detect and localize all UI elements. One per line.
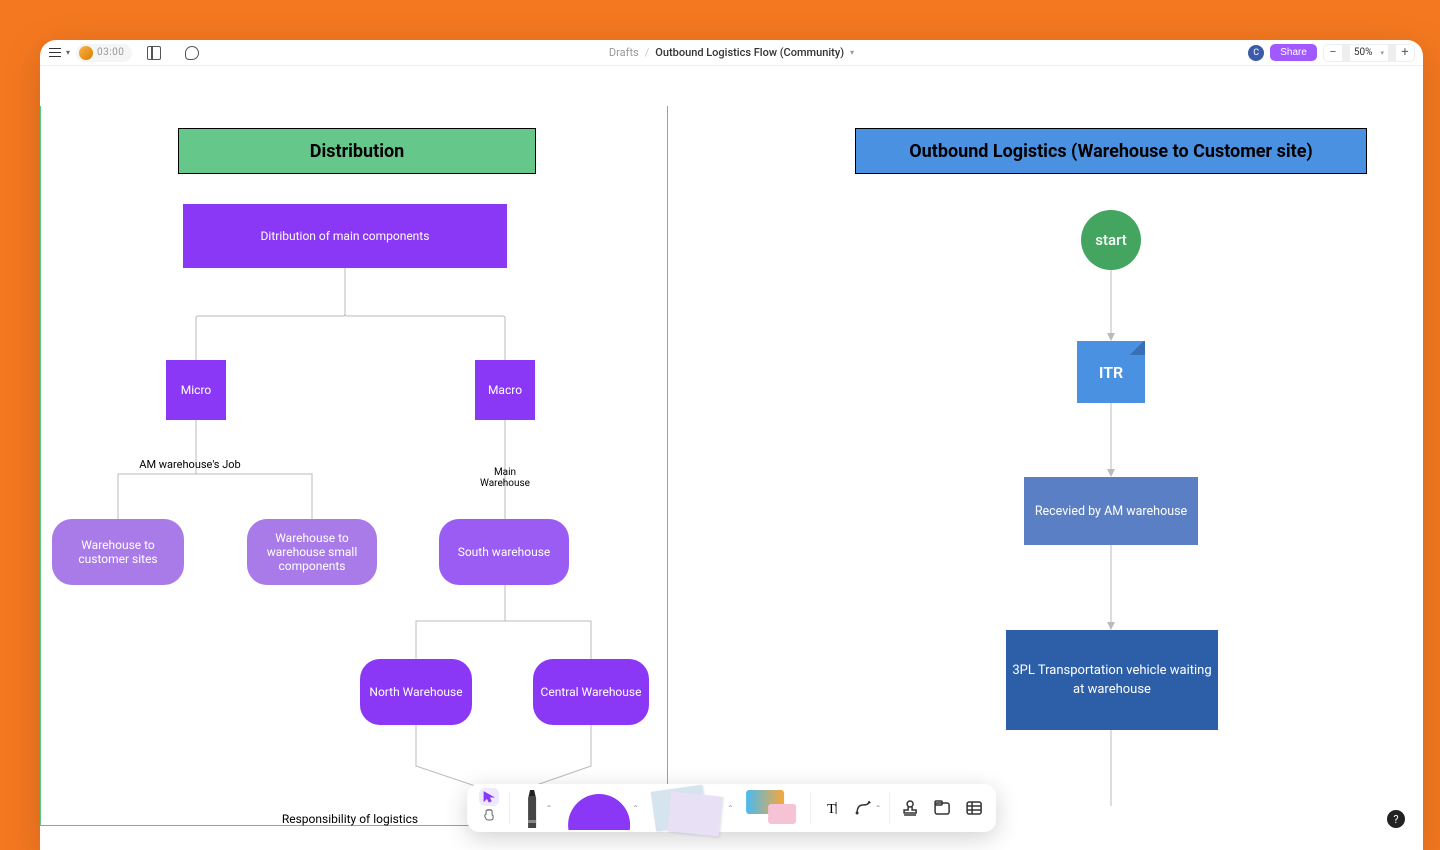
- table-tool-button[interactable]: [958, 792, 990, 824]
- node-south-warehouse[interactable]: South warehouse: [439, 519, 569, 585]
- node-micro[interactable]: Micro: [166, 360, 226, 420]
- main-menu-button[interactable]: ▾: [48, 40, 70, 69]
- share-button[interactable]: Share: [1270, 44, 1317, 61]
- figjam-menu-icon: [48, 46, 62, 60]
- chevron-down-icon: ▾: [1376, 49, 1388, 57]
- node-warehouse-to-warehouse[interactable]: Warehouse to warehouse small components: [247, 519, 377, 585]
- chevron-down-icon: ▾: [850, 48, 854, 57]
- chevron-up-icon[interactable]: ⌃: [727, 804, 734, 813]
- label-responsibility[interactable]: Responsibility of logistics: [260, 812, 440, 826]
- node-distribution-root[interactable]: Ditribution of main components: [183, 204, 507, 268]
- timer-value: 03:00: [97, 47, 124, 58]
- text-icon: T: [822, 799, 840, 817]
- connector-icon: [854, 799, 872, 817]
- node-itr-document[interactable]: ITR: [1077, 341, 1145, 403]
- panel-icon: [147, 46, 161, 60]
- sticky-icon: [667, 791, 723, 836]
- section-tool-button[interactable]: [926, 792, 958, 824]
- shape-circle-icon: [568, 794, 630, 830]
- timer-avatar-icon: [79, 46, 93, 60]
- text-tool-button[interactable]: T: [815, 792, 847, 824]
- zoom-control: − 50% ▾ +: [1323, 44, 1415, 62]
- panel-toggle-button[interactable]: [138, 40, 170, 69]
- hand-tool-button[interactable]: [479, 806, 499, 824]
- table-icon: [965, 799, 983, 817]
- help-button[interactable]: ?: [1387, 810, 1405, 828]
- cursor-icon: [483, 791, 495, 803]
- sticky-note-tool-button[interactable]: [647, 786, 727, 830]
- timer-pill[interactable]: 03:00: [76, 44, 132, 62]
- connector-label-main[interactable]: Main Warehouse: [475, 467, 535, 489]
- node-central-warehouse[interactable]: Central Warehouse: [533, 659, 649, 725]
- node-start[interactable]: start: [1081, 210, 1141, 270]
- breadcrumb-separator: /: [645, 46, 650, 59]
- breadcrumb-parent: Drafts: [609, 46, 639, 59]
- canvas[interactable]: Distribution Outbound Logistics (Warehou…: [40, 66, 1423, 850]
- connector-label-am[interactable]: AM warehouse's Job: [130, 458, 250, 471]
- comments-button[interactable]: [176, 40, 208, 69]
- marker-tool-button[interactable]: [514, 786, 550, 830]
- widget-icon: [768, 804, 796, 824]
- select-tool-button[interactable]: [479, 788, 499, 806]
- widget-tool-button[interactable]: [742, 786, 802, 830]
- chevron-down-icon: ▾: [66, 48, 70, 57]
- zoom-out-button[interactable]: −: [1324, 45, 1342, 60]
- connector-tool-button[interactable]: [847, 792, 879, 824]
- section-header-outbound[interactable]: Outbound Logistics (Warehouse to Custome…: [855, 128, 1367, 174]
- svg-text:T: T: [827, 802, 836, 817]
- node-north-warehouse[interactable]: North Warehouse: [360, 659, 472, 725]
- zoom-value[interactable]: 50%: [1350, 47, 1377, 58]
- node-warehouse-to-customer[interactable]: Warehouse to customer sites: [52, 519, 184, 585]
- breadcrumb[interactable]: Drafts / Outbound Logistics Flow (Commun…: [609, 46, 854, 59]
- stamp-icon: [901, 799, 919, 817]
- breadcrumb-title: Outbound Logistics Flow (Community): [655, 46, 844, 59]
- stamp-tool-button[interactable]: [894, 792, 926, 824]
- node-3pl-transport[interactable]: 3PL Transportation vehicle waiting at wa…: [1006, 630, 1218, 730]
- shape-tool-button[interactable]: [560, 786, 632, 830]
- chevron-up-icon[interactable]: ⌃: [632, 804, 639, 813]
- zoom-in-button[interactable]: +: [1396, 45, 1414, 60]
- hand-icon: [483, 809, 495, 821]
- marker-icon: [522, 788, 542, 828]
- node-received-am[interactable]: Recevied by AM warehouse: [1024, 477, 1198, 545]
- app-window: ▾ 03:00 Drafts / Outbound Logistics Flow…: [40, 40, 1423, 850]
- user-avatar-badge[interactable]: C: [1248, 45, 1264, 61]
- topbar: ▾ 03:00 Drafts / Outbound Logistics Flow…: [40, 40, 1423, 66]
- node-macro[interactable]: Macro: [475, 360, 535, 420]
- comment-icon: [185, 46, 199, 60]
- section-icon: [933, 799, 951, 817]
- section-header-distribution[interactable]: Distribution: [178, 128, 536, 174]
- bottom-toolbar: ⌃ ⌃ ⌃ T: [467, 784, 997, 832]
